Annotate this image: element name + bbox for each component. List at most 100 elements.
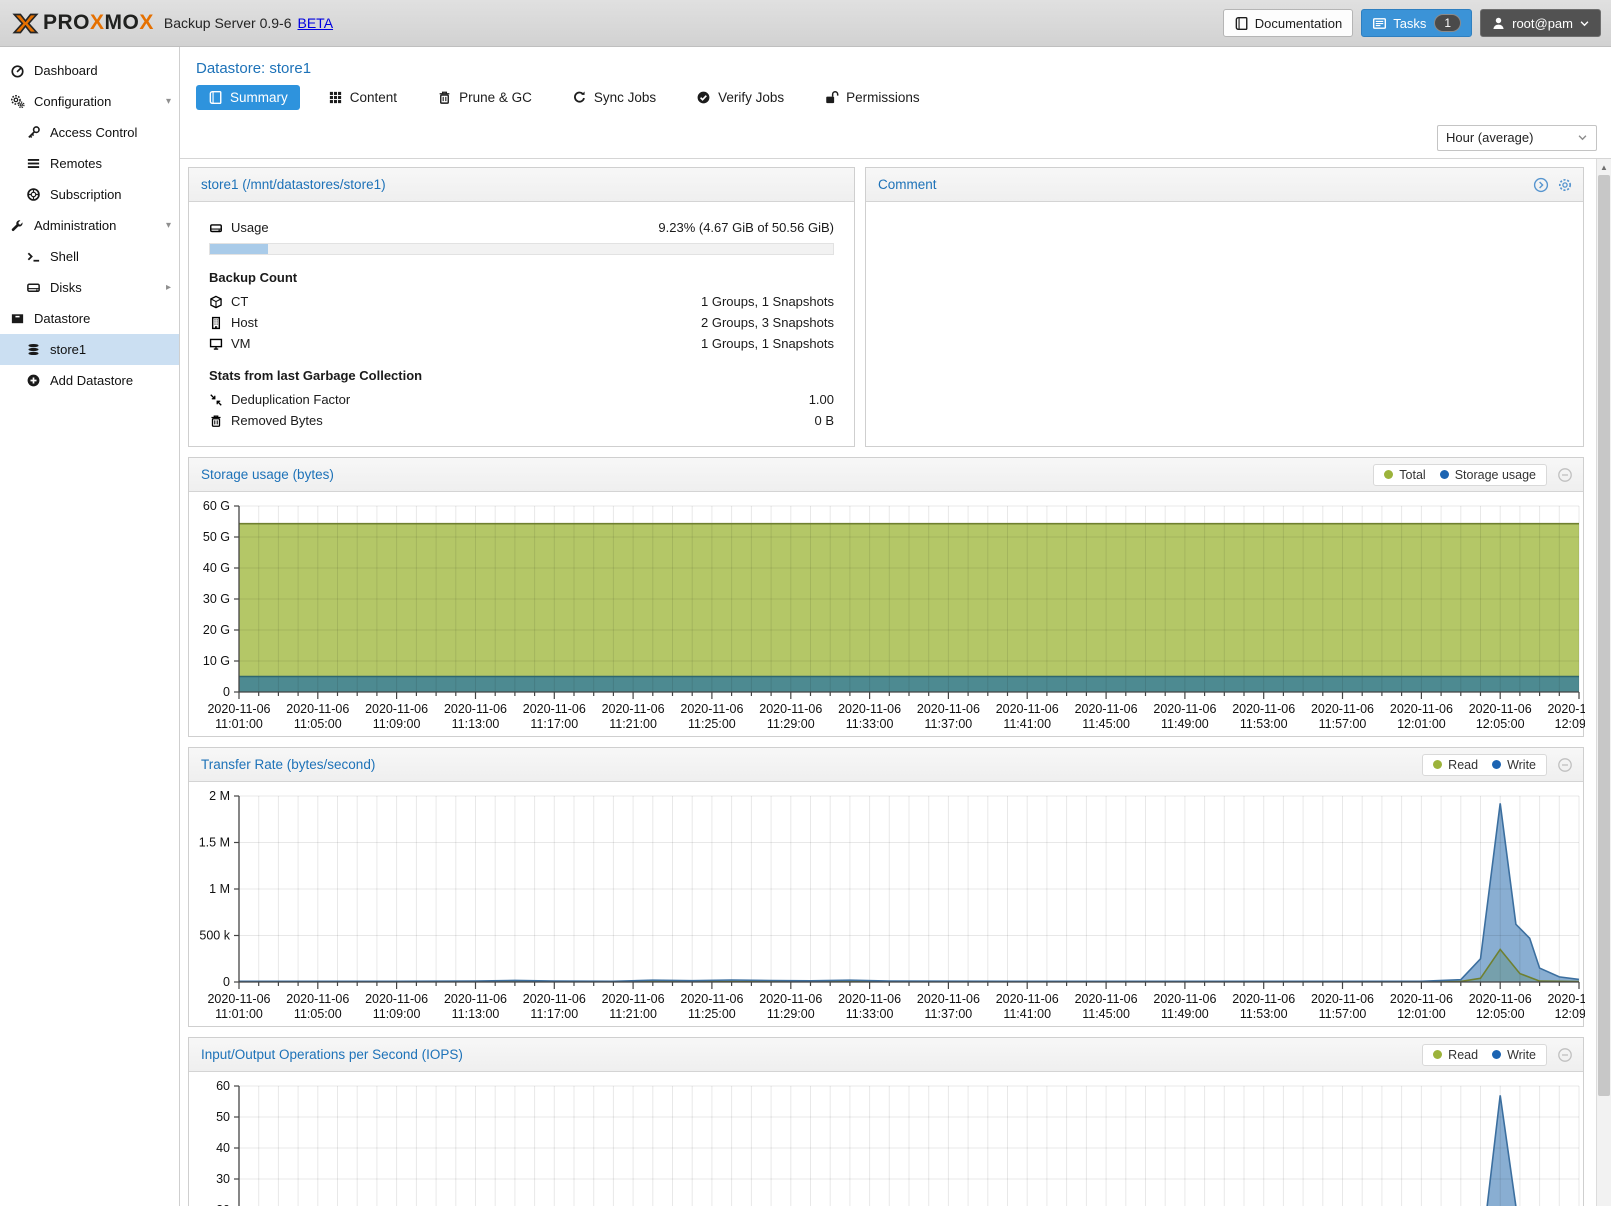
svg-text:11:09:00: 11:09:00 [373,1007,421,1021]
tab-label: Permissions [846,90,920,105]
svg-text:2020-11-06: 2020-11-06 [286,992,349,1006]
sidebar-item-dashboard[interactable]: Dashboard [0,55,179,86]
usage-progress-bar [209,243,834,255]
svg-text:11:37:00: 11:37:00 [925,717,973,731]
chevron-right-icon[interactable]: ▸ [166,282,171,293]
legend-item-write[interactable]: Write [1492,1048,1536,1062]
row-value: 0 B [814,413,834,428]
legend-dot [1433,760,1442,769]
tab-summary[interactable]: Summary [196,85,300,110]
svg-text:11:21:00: 11:21:00 [609,717,657,731]
username-label: root@pam [1512,16,1573,31]
scrollbar-up-arrow[interactable]: ▲ [1597,159,1611,172]
compress-icon [209,393,223,407]
collapse-icon[interactable] [1557,467,1573,483]
usage-label: Usage [231,220,269,235]
database-icon [26,342,41,357]
product-version: Backup Server 0.9-6 [164,15,292,31]
row-label: CT [231,294,248,309]
timeframe-select[interactable]: Hour (average) [1437,125,1597,151]
svg-text:2020-11-06: 2020-11-06 [917,702,980,716]
sidebar-item-administration[interactable]: Administration ▾ [0,210,179,241]
row-value: 1.00 [809,392,834,407]
tab-verify-jobs[interactable]: Verify Jobs [684,85,796,110]
proxmox-logo: PROXMOX [12,10,154,37]
gear-icon[interactable] [1557,177,1573,193]
beta-link[interactable]: BETA [298,15,334,31]
legend-item-storage-usage[interactable]: Storage usage [1440,468,1536,482]
svg-text:11:33:00: 11:33:00 [846,1007,894,1021]
tab-prune-gc[interactable]: Prune & GC [425,85,544,110]
user-icon [1491,16,1506,31]
svg-text:0: 0 [223,685,230,699]
brand-wordmark: PROXMOX [43,11,154,35]
legend-dot [1492,760,1501,769]
tab-permissions[interactable]: Permissions [812,85,932,110]
sidebar-item-disks[interactable]: Disks▸ [0,272,179,303]
svg-text:11:49:00: 11:49:00 [1161,1007,1209,1021]
transfer-rate-chart: 0500 k1 M1.5 M2 M2020-11-0611:01:002020-… [189,782,1583,1024]
sidebar-item-store1[interactable]: store1 [0,334,179,365]
row-label: VM [231,336,251,351]
sidebar-item-access-control[interactable]: Access Control [0,117,179,148]
svg-text:11:33:00: 11:33:00 [846,717,894,731]
legend-item-total[interactable]: Total [1384,468,1425,482]
tab-content[interactable]: Content [316,85,409,110]
legend-label: Write [1507,758,1536,772]
svg-text:2020-11-06: 2020-11-06 [602,702,665,716]
book-icon [208,90,223,105]
trash-icon [209,414,223,428]
content-area: store1 (/mnt/datastores/store1) Usage 9.… [180,159,1596,1206]
scrollbar-thumb[interactable] [1598,175,1610,1096]
tab-sync-jobs[interactable]: Sync Jobs [560,85,668,110]
sidebar-item-datastore[interactable]: Datastore [0,303,179,334]
storage-usage-panel: Storage usage (bytes) Total Storage usage… [188,457,1584,737]
comment-body[interactable] [866,202,1583,446]
legend-item-read[interactable]: Read [1433,758,1478,772]
sidebar-item-remotes[interactable]: Remotes [0,148,179,179]
sidebar-item-add-datastore[interactable]: Add Datastore [0,365,179,396]
unlock-icon [824,90,839,105]
sidebar-item-shell[interactable]: Shell [0,241,179,272]
user-menu-button[interactable]: root@pam [1480,9,1601,37]
svg-text:2020-11-06: 2020-11-06 [1075,992,1138,1006]
svg-text:11:41:00: 11:41:00 [1003,1007,1051,1021]
svg-text:11:53:00: 11:53:00 [1240,1007,1288,1021]
edit-comment-icon[interactable] [1533,177,1549,193]
svg-text:2020-11-06: 2020-11-06 [759,702,822,716]
tab-label: Content [350,90,397,105]
svg-text:11:01:00: 11:01:00 [215,1007,263,1021]
lifering-icon [26,187,41,202]
svg-text:2020-11-06: 2020-11-06 [1469,702,1532,716]
chevron-down-icon[interactable]: ▾ [166,220,171,231]
sidebar-item-configuration[interactable]: Configuration▾ [0,86,179,117]
svg-text:12:05:00: 12:05:00 [1476,1007,1525,1021]
svg-text:2020-11-06: 2020-11-06 [680,992,743,1006]
collapse-icon[interactable] [1557,757,1573,773]
legend-item-read[interactable]: Read [1433,1048,1478,1062]
legend-label: Read [1448,1048,1478,1062]
svg-text:11:05:00: 11:05:00 [294,717,342,731]
sidebar-item-label: Dashboard [34,63,98,78]
collapse-icon[interactable] [1557,1047,1573,1063]
check-circle-icon [696,90,711,105]
gc-stats-heading: Stats from last Garbage Collection [209,368,834,383]
legend-dot [1492,1050,1501,1059]
svg-text:11:01:00: 11:01:00 [215,717,263,731]
panel-title: Storage usage (bytes) [201,467,334,482]
svg-text:2020-11-06: 2020-11-06 [1232,702,1295,716]
svg-text:2020-11-06: 2020-11-06 [365,702,428,716]
row-value: 1 Groups, 1 Snapshots [701,294,834,309]
chevron-down-icon[interactable]: ▾ [166,96,171,107]
vertical-scrollbar[interactable]: ▲ [1596,159,1611,1206]
documentation-button[interactable]: Documentation [1223,9,1353,37]
proxmox-x-icon [12,10,39,37]
svg-text:11:57:00: 11:57:00 [1319,1007,1367,1021]
sidebar-item-label: Administration [34,218,116,233]
sidebar-item-subscription[interactable]: Subscription [0,179,179,210]
box-icon [10,311,25,326]
legend-item-write[interactable]: Write [1492,758,1536,772]
svg-text:2020-11-06: 2020-11-06 [286,702,349,716]
row-label: Deduplication Factor [231,392,350,407]
tasks-button[interactable]: Tasks 1 [1361,9,1472,37]
